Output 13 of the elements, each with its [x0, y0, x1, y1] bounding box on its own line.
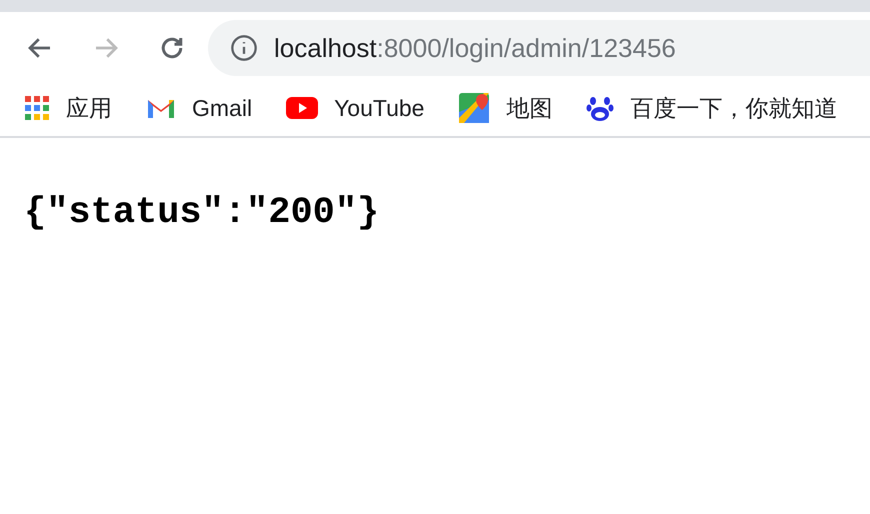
- bookmark-item[interactable]: YouTube: [286, 90, 424, 126]
- grid-icon: [24, 95, 50, 121]
- paw-icon: [586, 94, 614, 122]
- address-bar[interactable]: localhost:8000/login/admin/123456: [208, 20, 870, 76]
- json-response-text: {"status":"200"}: [24, 191, 380, 236]
- play-icon: [286, 97, 318, 119]
- bookmark-item[interactable]: Gmail: [146, 90, 252, 126]
- bookmark-item[interactable]: 地图: [458, 90, 552, 126]
- bookmark-item[interactable]: 百度一下，你就知道: [586, 90, 838, 126]
- url-text: localhost:8000/login/admin/123456: [274, 32, 676, 64]
- map-icon: [458, 92, 490, 124]
- bookmark-item[interactable]: 应用: [24, 90, 112, 126]
- info-icon: [230, 34, 258, 62]
